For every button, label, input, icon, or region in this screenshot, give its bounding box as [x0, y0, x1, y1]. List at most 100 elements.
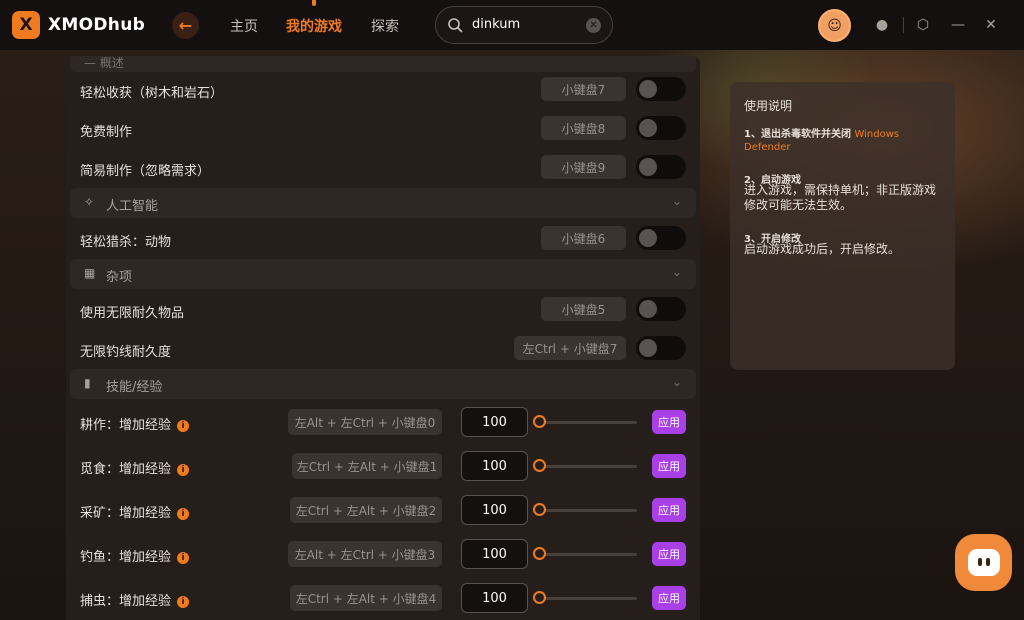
guide-title: 使用说明 [744, 99, 793, 113]
xp-label-text: 觅食：增加经验 [80, 462, 172, 477]
xp-slider-track[interactable] [540, 465, 637, 468]
apply-button[interactable]: 应用 [652, 498, 686, 522]
xp-slider-track[interactable] [540, 553, 637, 556]
mod-toggle[interactable] [636, 226, 686, 250]
hotkey-chip[interactable]: 小键盘9 [541, 155, 626, 179]
minimize-icon[interactable]: — [949, 16, 967, 34]
mod-label: 无限钓线耐久度 [80, 345, 172, 360]
toggle-knob [639, 229, 657, 247]
chevron-down-icon: ⌄ [671, 194, 682, 208]
hotkey-chip[interactable]: 左Alt + 左Ctrl + 小键盘0 [288, 409, 442, 435]
xp-value-input[interactable]: 100 [461, 583, 528, 613]
section-misc[interactable]: ▦ 杂项 ⌄ [70, 259, 696, 289]
xp-row: 钓鱼：增加经验 i 左Alt + 左Ctrl + 小键盘3 100 应用 [66, 532, 700, 576]
bar-chart-icon: ▮ [84, 376, 91, 390]
xp-value-input[interactable]: 100 [461, 495, 528, 525]
usage-guide-card: 使用说明 1、退出杀毒软件并关闭 Windows Defender 2、启动游戏… [730, 82, 955, 370]
section-title: 人工智能 [106, 199, 159, 214]
search-value: dinkum [472, 17, 521, 32]
mod-row: 简易制作（忽略需求） 小键盘9 [66, 149, 700, 188]
xp-label: 钓鱼：增加经验 i [80, 546, 190, 565]
info-icon[interactable]: i [177, 507, 190, 520]
hotkey-chip[interactable]: 左Ctrl + 小键盘7 [514, 336, 626, 360]
xp-row: 耕作：增加经验 i 左Alt + 左Ctrl + 小键盘0 100 应用 [66, 400, 700, 444]
section-title: 技能/经验 [106, 380, 163, 395]
mod-toggle[interactable] [636, 77, 686, 101]
xp-row: 觅食：增加经验 i 左Ctrl + 左Alt + 小键盘1 100 应用 [66, 444, 700, 488]
chat-eye [977, 558, 982, 566]
nav-my-games[interactable]: 我的游戏 [286, 16, 342, 36]
hotkey-chip[interactable]: 小键盘6 [541, 226, 626, 250]
xp-value-input[interactable]: 100 [461, 407, 528, 437]
mods-panel: — 概述 轻松收获（树木和岩石） 小键盘7 免费制作 小键盘8 简易制作（忽略需… [66, 56, 700, 620]
toggle-knob [639, 300, 657, 318]
chat-assistant-button[interactable] [955, 534, 1012, 591]
mod-toggle[interactable] [636, 155, 686, 179]
apply-button[interactable]: 应用 [652, 542, 686, 566]
section-title-partial: — 概述 [84, 56, 124, 70]
guide-step-3-body: 启动游戏成功后，开启修改。 [744, 242, 901, 256]
top-bar: X XMODhub ← 主页 我的游戏 探索 dinkum ✕ ☺ ● ⬡ — … [0, 0, 1024, 50]
xp-slider-handle[interactable] [533, 459, 546, 472]
apply-button[interactable]: 应用 [652, 454, 686, 478]
xp-label: 觅食：增加经验 i [80, 458, 190, 477]
xp-label: 耕作：增加经验 i [80, 414, 190, 433]
header-divider [903, 17, 904, 33]
hotkey-chip[interactable]: 左Ctrl + 左Alt + 小键盘1 [292, 453, 442, 479]
xp-slider-track[interactable] [540, 597, 637, 600]
nav-home[interactable]: 主页 [230, 16, 258, 36]
xp-slider-track[interactable] [540, 509, 637, 512]
xp-slider-handle[interactable] [533, 591, 546, 604]
hotkey-chip[interactable]: 小键盘7 [541, 77, 626, 101]
info-icon[interactable]: i [177, 463, 190, 476]
ai-icon: ✧ [84, 195, 95, 209]
back-arrow-icon[interactable]: ← [172, 12, 199, 39]
apply-button[interactable]: 应用 [652, 586, 686, 610]
notification-icon[interactable]: ● [873, 16, 891, 34]
hotkey-chip[interactable]: 左Ctrl + 左Alt + 小键盘4 [290, 585, 442, 611]
mod-row: 使用无限耐久物品 小键盘5 [66, 291, 700, 330]
xp-slider-track[interactable] [540, 421, 637, 424]
xp-slider-handle[interactable] [533, 503, 546, 516]
grid-icon: ▦ [84, 266, 96, 280]
xp-label-text: 捕虫：增加经验 [80, 594, 172, 609]
mod-row: 免费制作 小键盘8 [66, 110, 700, 149]
hotkey-chip[interactable]: 左Ctrl + 左Alt + 小键盘2 [290, 497, 442, 523]
info-icon[interactable]: i [177, 419, 190, 432]
xp-value-input[interactable]: 100 [461, 539, 528, 569]
mod-row: 轻松猎杀：动物 小键盘6 [66, 220, 700, 259]
mod-label: 轻松猎杀：动物 [80, 235, 172, 250]
mod-toggle[interactable] [636, 116, 686, 140]
chevron-down-icon: ⌄ [671, 265, 682, 279]
nav-explore[interactable]: 探索 [371, 16, 399, 36]
xmodhub-logo-icon: X [12, 11, 40, 39]
section-ai[interactable]: ✧ 人工智能 ⌄ [70, 188, 696, 218]
close-icon[interactable]: ✕ [982, 16, 1000, 34]
chevron-down-icon: ⌄ [671, 375, 682, 389]
hotkey-chip[interactable]: 小键盘5 [541, 297, 626, 321]
user-avatar[interactable]: ☺ [818, 9, 851, 42]
search-input[interactable]: dinkum ✕ [435, 6, 613, 44]
toggle-knob [639, 158, 657, 176]
xp-value-input[interactable]: 100 [461, 451, 528, 481]
guide-step-2-body: 进入游戏，需保持单机；非正版游戏修改可能无法生效。 [744, 183, 937, 212]
settings-icon[interactable]: ⬡ [914, 16, 932, 34]
guide-step-1-title: 1、退出杀毒软件并关闭 [744, 129, 851, 140]
xp-slider-handle[interactable] [533, 547, 546, 560]
apply-button[interactable]: 应用 [652, 410, 686, 434]
mod-label: 轻松收获（树木和岩石） [80, 86, 224, 101]
chat-bubble-icon [967, 549, 1000, 576]
hotkey-chip[interactable]: 小键盘8 [541, 116, 626, 140]
clear-search-icon[interactable]: ✕ [586, 18, 601, 33]
xp-label: 采矿：增加经验 i [80, 502, 190, 521]
info-icon[interactable]: i [177, 551, 190, 564]
xp-row: 采矿：增加经验 i 左Ctrl + 左Alt + 小键盘2 100 应用 [66, 488, 700, 532]
section-skills[interactable]: ▮ 技能/经验 ⌄ [70, 369, 696, 399]
section-overview-partial[interactable]: — 概述 [70, 56, 696, 72]
mod-toggle[interactable] [636, 336, 686, 360]
xp-slider-handle[interactable] [533, 415, 546, 428]
info-icon[interactable]: i [177, 595, 190, 608]
app-logo[interactable]: X XMODhub [12, 11, 145, 39]
hotkey-chip[interactable]: 左Alt + 左Ctrl + 小键盘3 [288, 541, 442, 567]
mod-toggle[interactable] [636, 297, 686, 321]
